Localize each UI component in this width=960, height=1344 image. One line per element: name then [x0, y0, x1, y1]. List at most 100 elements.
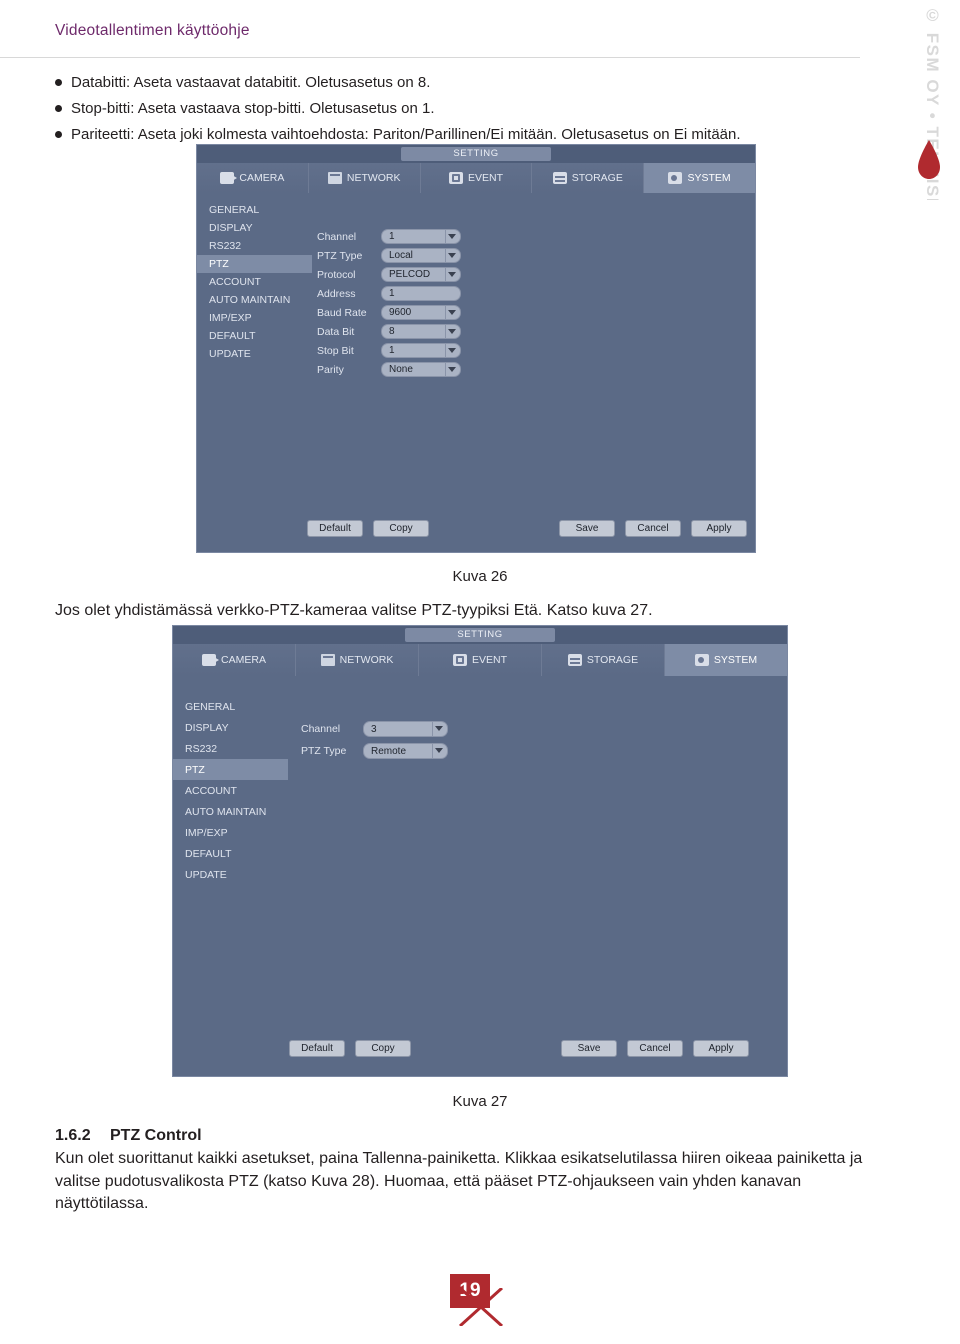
sidebar-item-imp-exp[interactable]: IMP/EXP [197, 309, 312, 327]
system-icon [668, 172, 683, 184]
sidebar-item-auto-maintain[interactable]: AUTO MAINTAIN [197, 291, 312, 309]
sidebar-item-label: GENERAL [185, 700, 236, 713]
button-label: Apply [706, 523, 732, 534]
tab-storage[interactable]: STORAGE [542, 644, 665, 676]
default-button[interactable]: Default [307, 520, 363, 537]
tab-label: CAMERA [239, 172, 285, 184]
page-title: Videotallentimen käyttöohje [55, 22, 250, 39]
stop-bit-select[interactable]: 1 [381, 343, 461, 358]
channel-select[interactable]: 1 [381, 229, 461, 244]
mid-paragraph: Jos olet yhdistämässä verkko-PTZ-kameraa… [55, 602, 653, 619]
bullet-icon [55, 72, 71, 86]
sidebar-item-label: DEFAULT [209, 330, 256, 342]
button-label: Cancel [639, 1043, 671, 1054]
figure-26-caption: Kuva 26 [452, 568, 508, 585]
channel-select[interactable]: 3 [363, 721, 448, 737]
window-title: SETTING [405, 628, 555, 642]
sidebar-item-update[interactable]: UPDATE [197, 345, 312, 363]
sidebar-item-rs232[interactable]: RS232 [197, 237, 312, 255]
field-value: 1 [389, 231, 395, 242]
storage-icon [552, 172, 567, 184]
apply-button[interactable]: Apply [691, 520, 747, 537]
data-bit-select[interactable]: 8 [381, 324, 461, 339]
main-tabbar: CAMERA NETWORK EVENT STORAGE SYSTEM [197, 163, 755, 193]
tab-event[interactable]: EVENT [420, 163, 533, 193]
window-titlebar: SETTING [197, 145, 755, 163]
protocol-select[interactable]: PELCOD [381, 267, 461, 282]
ptz-settings-form: Channel 3 PTZ Type Remote [301, 721, 601, 763]
field-value: 3 [371, 723, 377, 735]
default-button[interactable]: Default [289, 1040, 345, 1057]
tab-event[interactable]: EVENT [419, 644, 542, 676]
bullet-list: Databitti: Aseta vastaavat databitit. Ol… [55, 72, 855, 149]
apply-button[interactable]: Apply [693, 1040, 749, 1057]
parity-select[interactable]: None [381, 362, 461, 377]
sidebar-item-ptz[interactable]: PTZ [197, 255, 312, 273]
sidebar-item-label: ACCOUNT [185, 784, 237, 797]
copy-button[interactable]: Copy [355, 1040, 411, 1057]
baud-rate-select[interactable]: 9600 [381, 305, 461, 320]
field-label: PTZ Type [317, 249, 363, 262]
tab-label: EVENT [471, 654, 507, 666]
sidebar-item-ptz[interactable]: PTZ [173, 759, 288, 780]
network-icon [327, 172, 342, 184]
field-label: Channel [301, 723, 341, 735]
sidebar-item-default[interactable]: DEFAULT [173, 843, 288, 864]
tab-label: STORAGE [586, 654, 639, 666]
sidebar-item-display[interactable]: DISPLAY [197, 219, 312, 237]
ptz-type-select[interactable]: Local [381, 248, 461, 263]
ptz-type-select[interactable]: Remote [363, 743, 448, 759]
sidebar-item-default[interactable]: DEFAULT [197, 327, 312, 345]
bullet-text: Databitti: Aseta vastaavat databitit. Ol… [71, 74, 431, 91]
sidebar-item-label: GENERAL [209, 204, 260, 216]
sidebar-item-label: AUTO MAINTAIN [185, 805, 267, 818]
sidebar-item-label: UPDATE [209, 348, 251, 360]
button-label: Save [575, 523, 599, 534]
brand-drop-icon [916, 140, 942, 180]
button-label: Save [577, 1043, 601, 1054]
ptz-settings-form: Channel 1 PTZ Type Local Protocol PELCOD… [317, 229, 597, 381]
sidebar-item-update[interactable]: UPDATE [173, 864, 288, 885]
copy-button[interactable]: Copy [373, 520, 429, 537]
section-paragraph: Kun olet suorittanut kaikki asetukset, p… [55, 1150, 863, 1213]
tab-label: SYSTEM [687, 172, 731, 184]
tab-camera[interactable]: CAMERA [173, 644, 296, 676]
form-row-stop-bit: Stop Bit 1 [317, 343, 597, 358]
section-number: 1.6.2 [55, 1127, 91, 1144]
button-label: Apply [708, 1043, 734, 1054]
sidebar-item-rs232[interactable]: RS232 [173, 738, 288, 759]
tab-network[interactable]: NETWORK [308, 163, 421, 193]
field-value: 9600 [389, 307, 412, 318]
figure-27-caption: Kuva 27 [452, 1093, 508, 1110]
cancel-button[interactable]: Cancel [627, 1040, 683, 1057]
field-value: PELCOD [389, 269, 431, 280]
sidebar-item-display[interactable]: DISPLAY [173, 717, 288, 738]
sidebar-item-imp-exp[interactable]: IMP/EXP [173, 822, 288, 843]
form-row-channel: Channel 1 [317, 229, 597, 244]
form-row-ptz-type: PTZ Type Remote [301, 743, 601, 759]
cancel-button[interactable]: Cancel [625, 520, 681, 537]
tab-system[interactable]: SYSTEM [665, 644, 787, 676]
list-item: Databitti: Aseta vastaavat databitit. Ol… [55, 72, 855, 94]
address-input[interactable]: 1 [381, 286, 461, 301]
button-label: Default [319, 523, 351, 534]
save-button[interactable]: Save [559, 520, 615, 537]
sidebar-item-label: AUTO MAINTAIN [209, 294, 291, 306]
section-title: PTZ Control [110, 1127, 202, 1144]
sidebar-item-general[interactable]: GENERAL [197, 201, 312, 219]
form-row-baud-rate: Baud Rate 9600 [317, 305, 597, 320]
form-row-parity: Parity None [317, 362, 597, 377]
sidebar-item-auto-maintain[interactable]: AUTO MAINTAIN [173, 801, 288, 822]
figure-27-dvr-window: SETTING CAMERA NETWORK EVENT STORAGE SYS… [172, 625, 788, 1077]
form-row-data-bit: Data Bit 8 [317, 324, 597, 339]
tab-storage[interactable]: STORAGE [532, 163, 645, 193]
tab-camera[interactable]: CAMERA [197, 163, 309, 193]
sidebar-item-account[interactable]: ACCOUNT [197, 273, 312, 291]
save-button[interactable]: Save [561, 1040, 617, 1057]
sidebar-item-account[interactable]: ACCOUNT [173, 780, 288, 801]
form-row-ptz-type: PTZ Type Local [317, 248, 597, 263]
tab-system[interactable]: SYSTEM [644, 163, 755, 193]
sidebar-item-general[interactable]: GENERAL [173, 696, 288, 717]
list-item: Stop-bitti: Aseta vastaava stop-bitti. O… [55, 98, 855, 120]
tab-network[interactable]: NETWORK [296, 644, 419, 676]
